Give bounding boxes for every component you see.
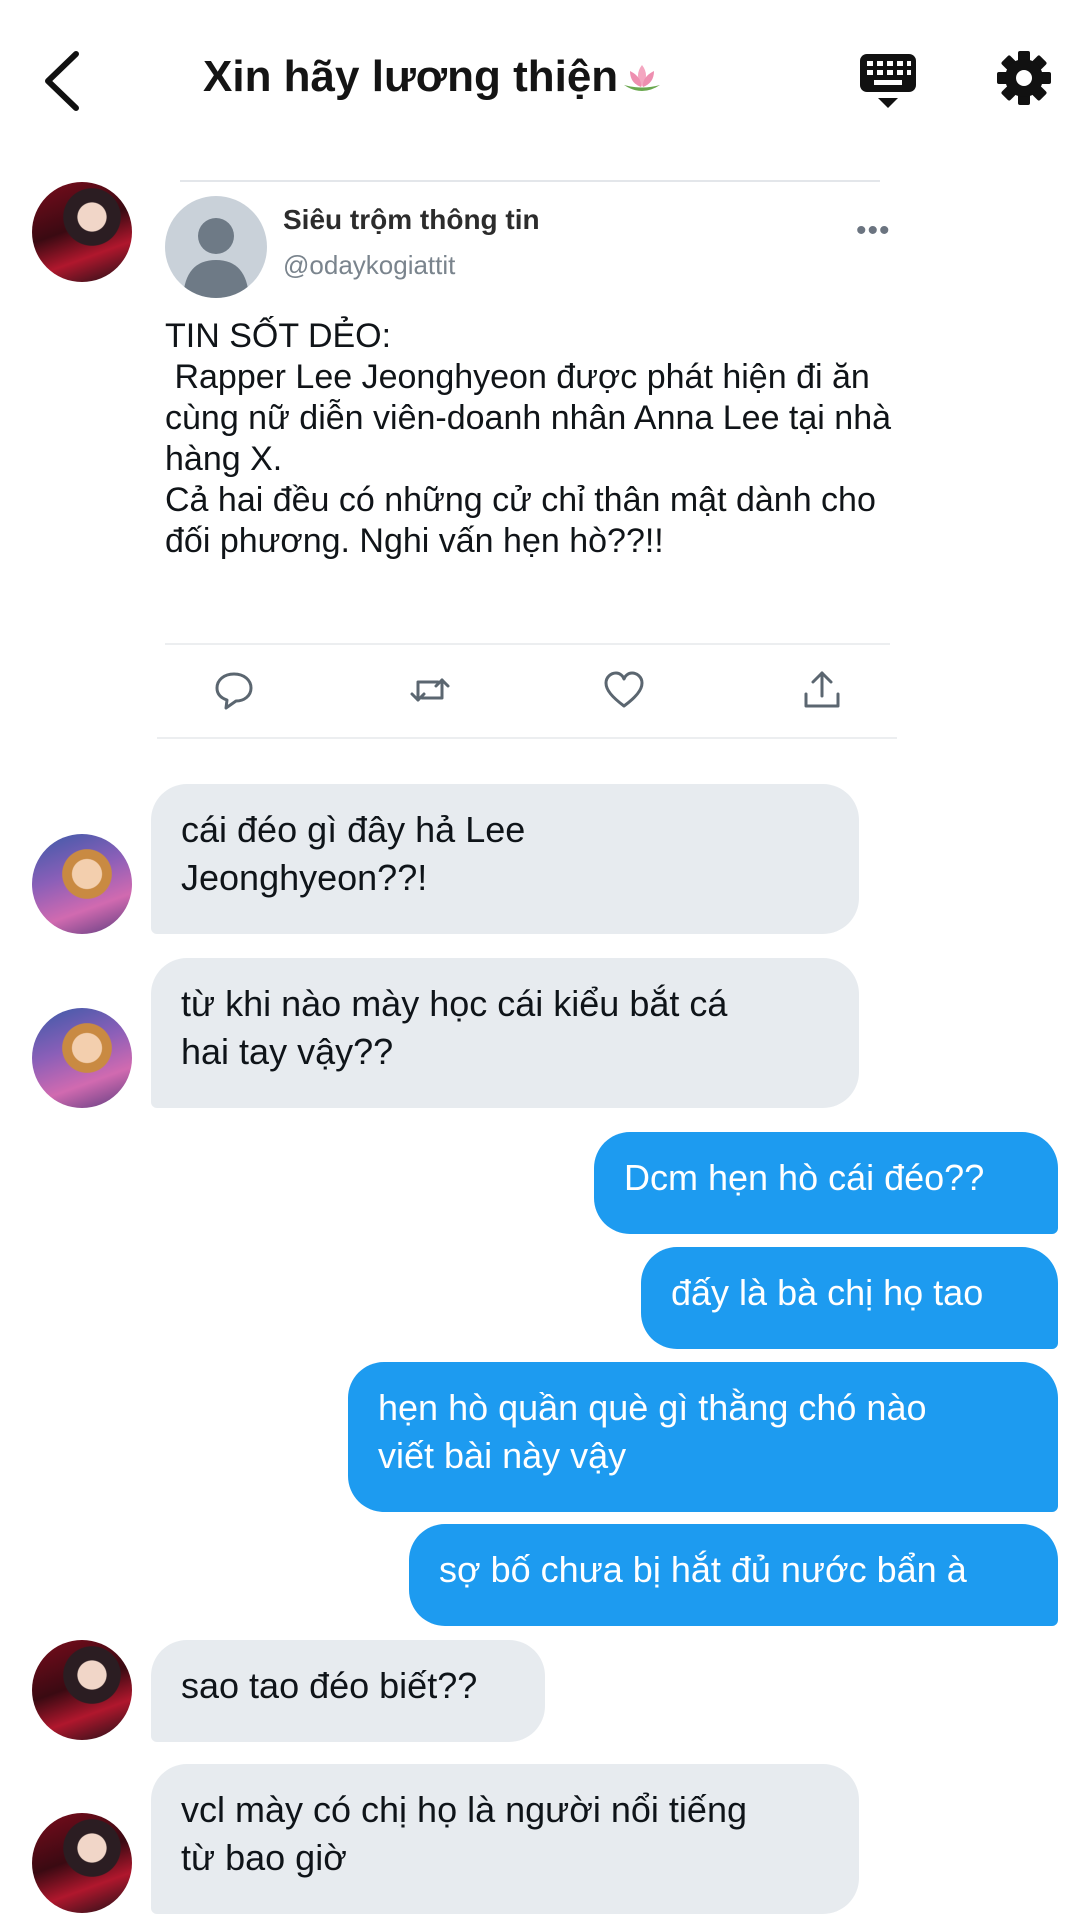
received-message[interactable]: cái đéo gì đây hả Lee Jeonghyeon??! <box>151 784 859 934</box>
back-chevron-icon[interactable] <box>38 48 88 114</box>
sent-message[interactable]: hẹn hò quần què gì thằng chó nào viết bà… <box>348 1362 1058 1512</box>
received-message[interactable]: vcl mày có chị họ là người nổi tiếng từ … <box>151 1764 859 1914</box>
more-options-icon[interactable]: ••• <box>856 214 891 248</box>
sender-avatar[interactable] <box>32 1813 132 1913</box>
received-message[interactable]: từ khi nào mày học cái kiểu bắt cá hai t… <box>151 958 859 1108</box>
tweet-author-handle[interactable]: @odaykogiattit <box>283 250 455 281</box>
tweet-author-avatar[interactable] <box>165 196 267 298</box>
sent-message[interactable]: Dcm hẹn hò cái đéo?? <box>594 1132 1058 1234</box>
card-top-border <box>180 180 880 182</box>
friend-avatar[interactable] <box>32 834 132 934</box>
card-divider <box>165 643 890 645</box>
sent-message[interactable]: đấy là bà chị họ tao <box>641 1247 1058 1349</box>
conversation-title: Xin hãy lương thiện <box>203 52 664 104</box>
sender-avatar[interactable] <box>32 1640 132 1740</box>
received-message[interactable]: sao tao đéo biết?? <box>151 1640 545 1742</box>
tweet-author-name[interactable]: Siêu trộm thông tin <box>283 204 540 236</box>
tweet-text: TIN SỐT DẺO: Rapper Lee Jeonghyeon được … <box>165 317 892 560</box>
lotus-emoji-icon <box>620 54 664 104</box>
reply-icon[interactable] <box>212 668 256 712</box>
settings-gear-icon[interactable] <box>996 50 1052 106</box>
share-icon[interactable] <box>800 668 844 712</box>
like-heart-icon[interactable] <box>602 668 646 712</box>
retweet-icon[interactable] <box>408 668 452 712</box>
friend-avatar[interactable] <box>32 1008 132 1108</box>
sender-avatar[interactable] <box>32 182 132 282</box>
conversation-title-text: Xin hãy lương thiện <box>203 52 619 101</box>
keyboard-icon[interactable] <box>858 52 918 110</box>
card-bottom-border <box>157 737 897 739</box>
sent-message[interactable]: sợ bố chưa bị hắt đủ nước bẩn à <box>409 1524 1058 1626</box>
